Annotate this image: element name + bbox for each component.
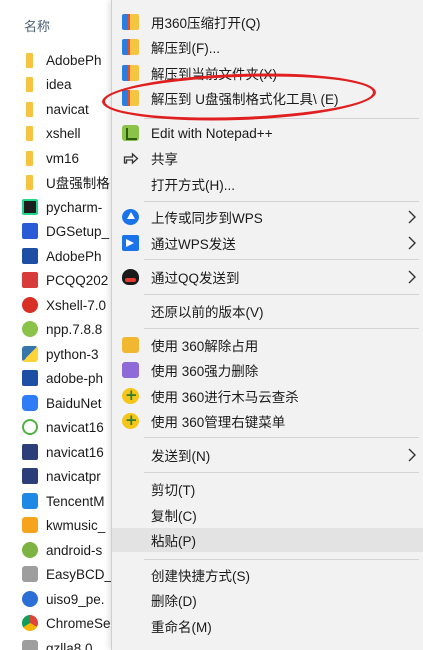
- menu-item-paste[interactable]: 粘贴(P): [112, 528, 423, 552]
- menu-item-send-to[interactable]: 发送到(N): [112, 443, 423, 467]
- file-row[interactable]: TencentM: [22, 489, 117, 513]
- file-row[interactable]: AdobePh: [22, 48, 117, 72]
- menu-separator: [144, 437, 419, 438]
- xshell-icon: [22, 297, 38, 313]
- notepad-plus-plus-icon: [122, 125, 139, 141]
- navicat-doc-icon: [22, 444, 38, 460]
- file-row[interactable]: DGSetup_: [22, 219, 117, 243]
- 360-shred-icon: [122, 362, 139, 378]
- 360zip-icon: [122, 39, 139, 55]
- file-row[interactable]: navicat16: [22, 440, 117, 464]
- file-row[interactable]: pycharm-: [22, 195, 117, 219]
- file-row[interactable]: npp.7.8.8: [22, 317, 117, 341]
- navicat-icon: [22, 419, 38, 435]
- file-row[interactable]: Xshell-7.0: [22, 293, 117, 317]
- menu-separator: [144, 201, 419, 202]
- menu-item-share[interactable]: 共享: [112, 146, 423, 170]
- menu-item-360-force-delete[interactable]: 使用 360强力删除: [112, 358, 423, 382]
- tencent-meeting-icon: [22, 493, 38, 509]
- file-row[interactable]: navicat: [22, 97, 117, 121]
- menu-separator: [144, 118, 419, 119]
- kuwo-music-icon: [22, 517, 38, 533]
- file-row[interactable]: navicat16: [22, 415, 117, 439]
- archive-icon: [22, 640, 38, 650]
- menu-item-restore-previous-versions[interactable]: 还原以前的版本(V): [112, 299, 423, 323]
- file-row[interactable]: gzlla8.0: [22, 636, 117, 650]
- menu-item-copy[interactable]: 复制(C): [112, 503, 423, 527]
- chevron-right-icon: [408, 448, 416, 462]
- file-row[interactable]: ChromeSe: [22, 611, 117, 635]
- qq-icon: [122, 269, 139, 285]
- 360zip-icon: [122, 65, 139, 81]
- menu-item-wps-send[interactable]: 通过WPS发送: [112, 231, 423, 255]
- file-row[interactable]: BaiduNet: [22, 391, 117, 415]
- chrome-icon: [22, 615, 38, 631]
- menu-item-open-with-360zip[interactable]: 用360压缩打开(Q): [112, 10, 423, 34]
- file-row[interactable]: AdobePh: [22, 244, 117, 268]
- wps-send-icon: [122, 235, 139, 251]
- pycharm-icon: [22, 199, 38, 215]
- menu-item-extract-to-folder[interactable]: 解压到 U盘强制格式化工具\ (E): [112, 86, 423, 110]
- file-row[interactable]: EasyBCD_: [22, 562, 117, 586]
- chevron-right-icon: [408, 210, 416, 224]
- easybcd-icon: [22, 566, 38, 582]
- file-row[interactable]: U盘强制格: [22, 170, 117, 194]
- baidu-netdisk-icon: [22, 395, 38, 411]
- file-row[interactable]: xshell: [22, 121, 117, 145]
- menu-separator: [144, 328, 419, 329]
- wps-cloud-upload-icon: [122, 209, 139, 225]
- 360zip-icon: [122, 14, 139, 30]
- folder-icon: [26, 101, 33, 117]
- folder-icon: [26, 150, 33, 166]
- file-row[interactable]: android-s: [22, 538, 117, 562]
- menu-item-cut[interactable]: 剪切(T): [112, 477, 423, 501]
- file-row[interactable]: PCQQ202: [22, 268, 117, 292]
- menu-item-extract-to[interactable]: 解压到(F)...: [112, 35, 423, 59]
- 360zip-icon: [122, 90, 139, 106]
- adobe-photoshop-icon: [22, 248, 38, 264]
- python-icon: [22, 346, 38, 362]
- folder-icon: [26, 174, 33, 190]
- file-row[interactable]: kwmusic_: [22, 513, 117, 537]
- android-icon: [22, 542, 38, 558]
- navicat-doc-icon: [22, 468, 38, 484]
- file-row[interactable]: adobe-ph: [22, 366, 117, 390]
- folder-icon: [26, 125, 33, 141]
- menu-item-360-unlock[interactable]: 使用 360解除占用: [112, 333, 423, 357]
- ultraiso-icon: [22, 591, 38, 607]
- menu-item-360-manage-context-menu[interactable]: 使用 360管理右键菜单: [112, 409, 423, 433]
- folder-icon: [26, 76, 33, 92]
- share-icon: [123, 152, 139, 165]
- menu-separator: [144, 259, 419, 260]
- file-row[interactable]: vm16: [22, 146, 117, 170]
- menu-item-rename[interactable]: 重命名(M): [112, 614, 423, 638]
- menu-item-send-via-qq[interactable]: 通过QQ发送到: [112, 265, 423, 289]
- chevron-right-icon: [408, 236, 416, 250]
- menu-separator: [144, 559, 419, 560]
- menu-item-wps-upload-sync[interactable]: 上传或同步到WPS: [112, 205, 423, 229]
- name-column-header[interactable]: 名称: [24, 16, 50, 35]
- 360-menu-manager-icon: [122, 411, 139, 429]
- adobe-icon: [22, 370, 38, 386]
- chevron-right-icon: [408, 270, 416, 284]
- folder-icon: [26, 52, 33, 68]
- menu-item-360-trojan-scan[interactable]: 使用 360进行木马云查杀: [112, 384, 423, 408]
- 360-scan-icon: [122, 386, 139, 404]
- menu-item-open-with[interactable]: 打开方式(H)...: [112, 172, 423, 196]
- file-row[interactable]: python-3: [22, 342, 117, 366]
- menu-item-create-shortcut[interactable]: 创建快捷方式(S): [112, 563, 423, 587]
- menu-separator: [144, 472, 419, 473]
- context-menu: 用360压缩打开(Q) 解压到(F)... 解压到当前文件夹(X) 解压到 U盘…: [111, 0, 423, 650]
- file-row[interactable]: uiso9_pe.: [22, 587, 117, 611]
- menu-item-extract-here[interactable]: 解压到当前文件夹(X): [112, 61, 423, 85]
- qq-installer-icon: [22, 272, 38, 288]
- menu-item-edit-with-notepad-plus-plus[interactable]: Edit with Notepad++: [112, 121, 423, 145]
- 360-unlock-icon: [122, 337, 139, 353]
- menu-item-delete[interactable]: 删除(D): [112, 588, 423, 612]
- notepad-plus-plus-icon: [22, 321, 38, 337]
- menu-separator: [144, 294, 419, 295]
- file-row[interactable]: navicatpr: [22, 464, 117, 488]
- dg-setup-icon: [22, 223, 38, 239]
- file-row[interactable]: idea: [22, 72, 117, 96]
